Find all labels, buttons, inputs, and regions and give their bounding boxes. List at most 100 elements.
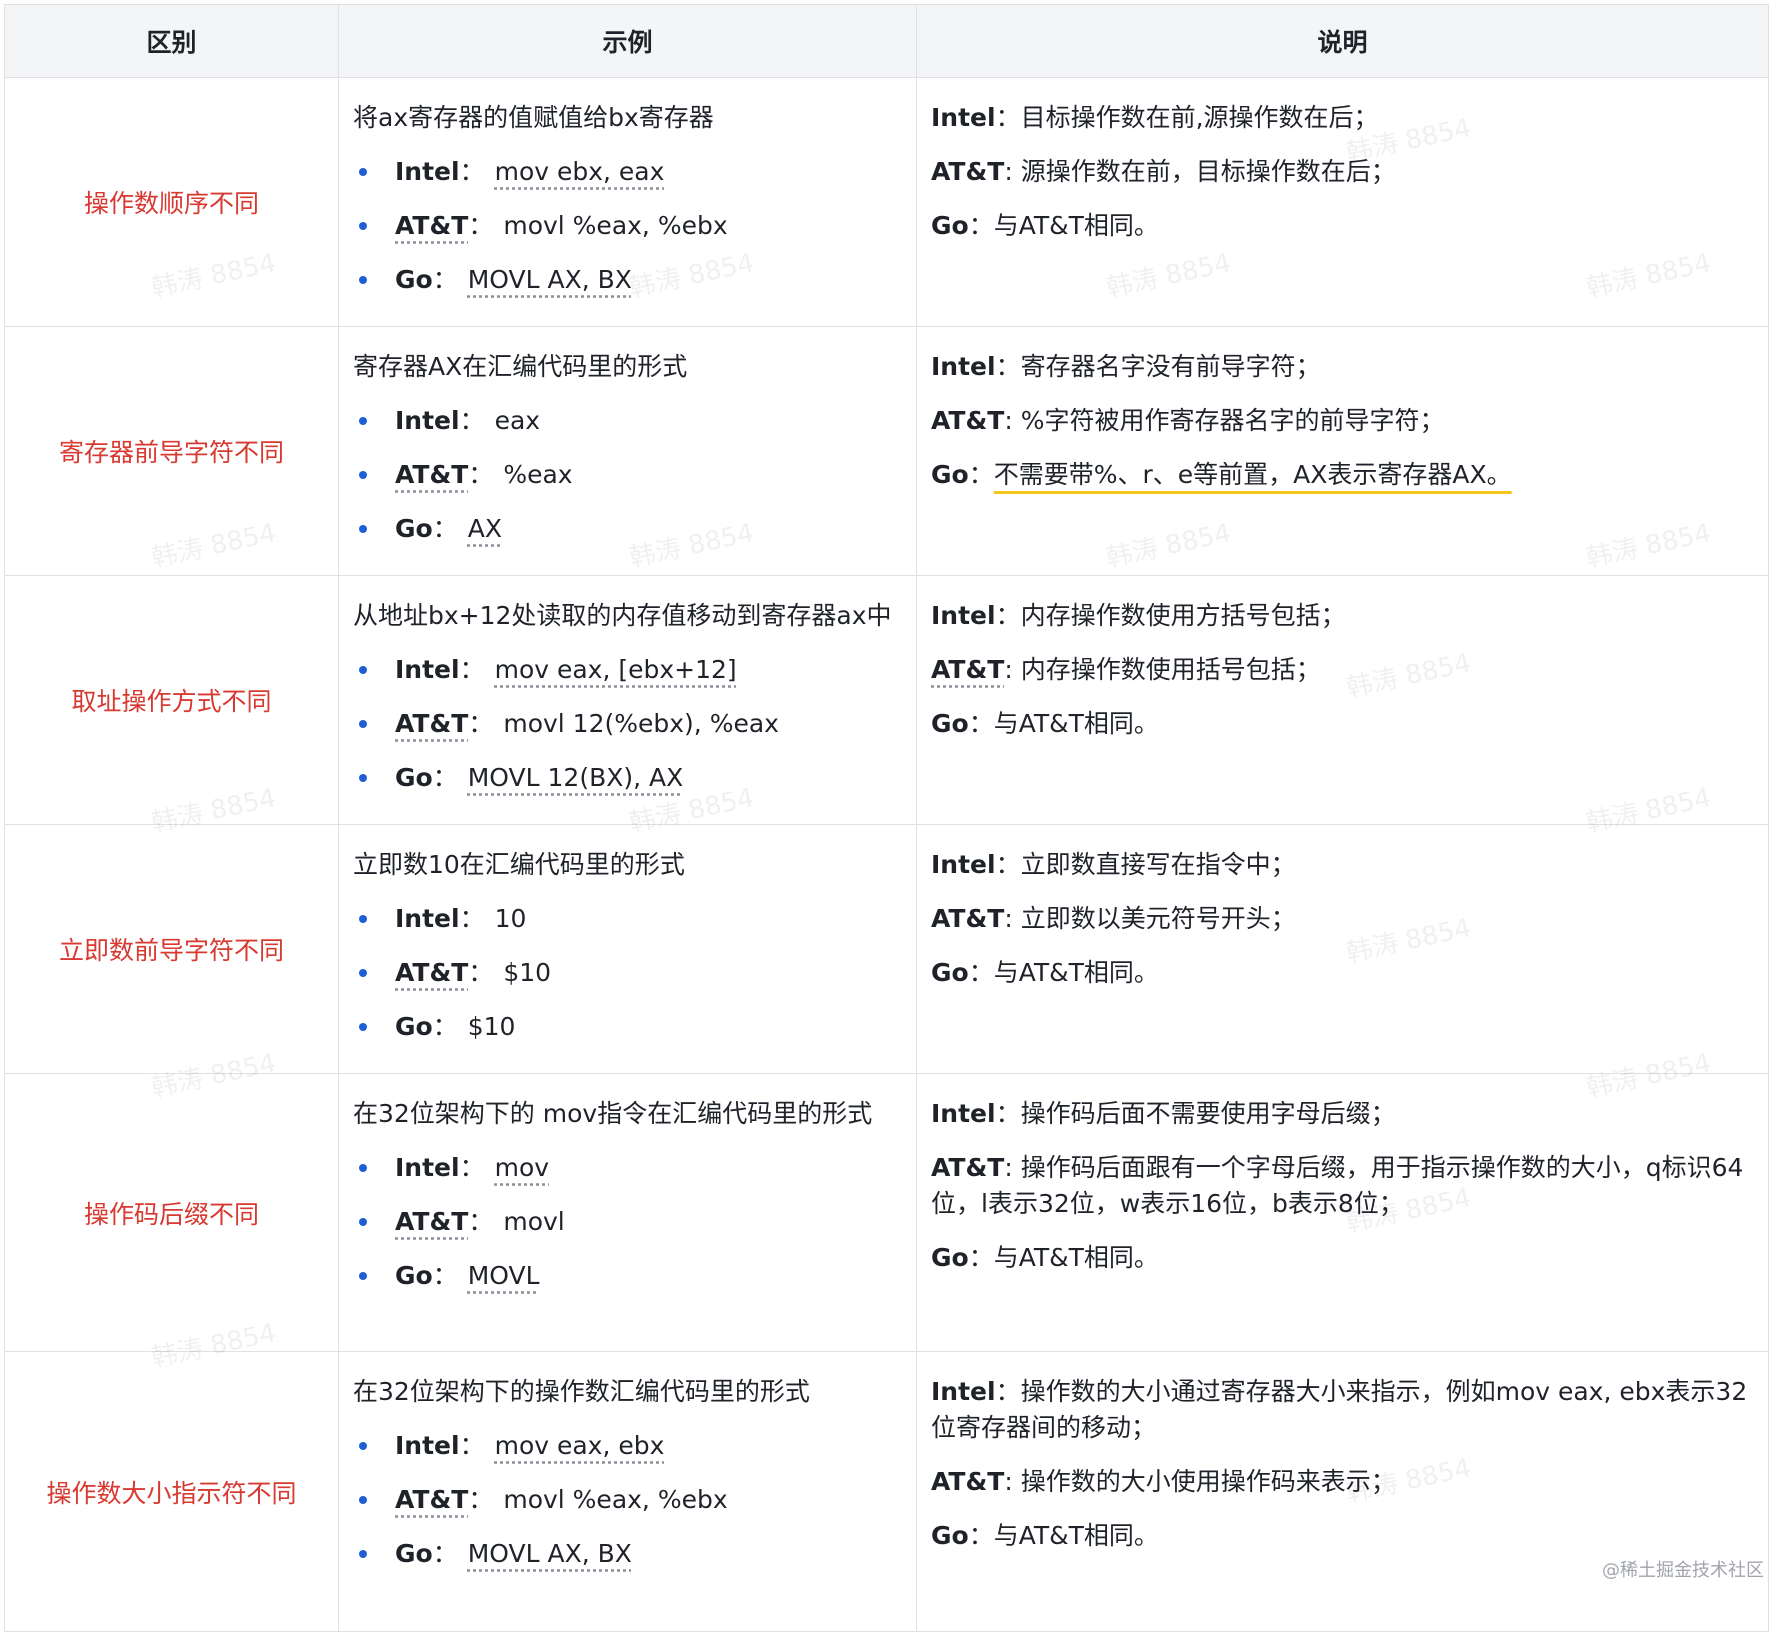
separator: : (1004, 157, 1021, 186)
description-text: 目标操作数在前,源操作数在后； (1020, 103, 1379, 132)
example-list: Intel： 10 AT&T： $10 Go： $10 (353, 901, 902, 1045)
separator: ： (459, 157, 485, 186)
syntax-key: Intel (931, 1099, 996, 1128)
difference-cell: 寄存器前导字符不同 (4, 326, 339, 576)
list-item: AT&T： movl 12(%ebx), %eax (353, 706, 902, 742)
description-text: 与AT&T相同。 (993, 1243, 1159, 1272)
description-line: AT&T: 立即数以美元符号开头； (931, 901, 1754, 937)
separator: ： (432, 1261, 458, 1290)
example-list: Intel： mov eax, [ebx+12] AT&T： movl 12(%eb… (353, 652, 902, 796)
separator: ： (995, 1099, 1021, 1128)
code-value: mov eax, [ebx+12] (494, 655, 737, 684)
syntax-key: AT&T (395, 709, 469, 738)
list-item: Go： MOVL 12(BX), AX (353, 760, 902, 796)
source-credit: @稀土掘金技术社区 (1602, 1560, 1764, 1581)
separator: ： (995, 352, 1021, 381)
code-value: AX (467, 514, 502, 543)
list-item: Intel： eax (353, 403, 902, 439)
separator: ： (432, 265, 458, 294)
separator: ： (432, 1012, 458, 1041)
separator: ： (968, 958, 994, 987)
separator: : (1004, 655, 1021, 684)
separator: ： (459, 904, 485, 933)
header-example: 示例 (338, 4, 917, 78)
assembly-syntax-comparison-table: 区别 示例 说明 操作数顺序不同 将ax寄存器的值赋值给bx寄存器 Intel：… (4, 4, 1769, 1632)
syntax-key: Intel (931, 1377, 996, 1406)
separator: : (1004, 904, 1021, 933)
bullet-icon (359, 1164, 367, 1172)
description-text: 寄存器名字没有前导字符； (1020, 352, 1321, 381)
example-list: Intel： mov eax, ebx AT&T： movl %eax, %ebx … (353, 1428, 902, 1572)
syntax-key: AT&T (395, 460, 469, 489)
code-value: mov ebx, eax (494, 157, 665, 186)
code-value: MOVL AX, BX (467, 265, 632, 294)
syntax-key: AT&T (395, 1485, 469, 1514)
code-value: mov (494, 1153, 550, 1182)
syntax-key: AT&T (395, 958, 469, 987)
bullet-icon (359, 720, 367, 728)
example-title: 立即数10在汇编代码里的形式 (353, 850, 685, 879)
description-cell: Intel：操作数的大小通过寄存器大小来指示，例如mov eax, ebx表示3… (916, 1351, 1769, 1632)
description-line: Intel：目标操作数在前,源操作数在后； (931, 100, 1754, 136)
description-cell: Intel：目标操作数在前,源操作数在后； AT&T: 源操作数在前，目标操作数… (916, 77, 1769, 327)
description-line: Intel：操作码后面不需要使用字母后缀； (931, 1096, 1754, 1132)
list-item: AT&T： movl (353, 1204, 902, 1240)
separator: ： (995, 850, 1021, 879)
bullet-icon (359, 1023, 367, 1031)
syntax-key: Intel (395, 1153, 460, 1182)
difference-cell: 取址操作方式不同 (4, 575, 339, 825)
syntax-key: AT&T (931, 1467, 1005, 1496)
separator: ： (432, 763, 458, 792)
code-value: MOVL (467, 1261, 540, 1290)
bullet-icon (359, 276, 367, 284)
bullet-icon (359, 168, 367, 176)
list-item: Go： MOVL AX, BX (353, 262, 902, 298)
code-value: %eax (503, 460, 573, 489)
separator: ： (968, 460, 994, 489)
separator: ： (995, 103, 1021, 132)
syntax-key: Go (395, 514, 433, 543)
code-value: MOVL 12(BX), AX (467, 763, 684, 792)
syntax-key: Go (931, 1521, 969, 1550)
separator: ： (968, 709, 994, 738)
description-line: Intel：操作数的大小通过寄存器大小来指示，例如mov eax, ebx表示3… (931, 1374, 1754, 1446)
description-text: %字符被用作寄存器名字的前导字符； (1020, 406, 1445, 435)
comparison-table-wrapper: 区别 示例 说明 操作数顺序不同 将ax寄存器的值赋值给bx寄存器 Intel：… (4, 4, 1769, 1632)
syntax-key: Go (395, 1261, 433, 1290)
example-title: 在32位架构下的操作数汇编代码里的形式 (353, 1377, 810, 1406)
syntax-key: Intel (931, 352, 996, 381)
description-text: 内存操作数使用方括号包括； (1020, 601, 1346, 630)
syntax-key: Intel (395, 1431, 460, 1460)
list-item: Intel： 10 (353, 901, 902, 937)
syntax-key: Go (931, 958, 969, 987)
description-line: Go：与AT&T相同。 (931, 955, 1754, 991)
separator: : (1004, 1467, 1021, 1496)
bullet-icon (359, 969, 367, 977)
description-line: Intel：内存操作数使用方括号包括； (931, 598, 1754, 634)
header-row: 区别 示例 说明 (4, 4, 1769, 78)
separator: ： (995, 1377, 1021, 1406)
difference-cell: 操作数大小指示符不同 (4, 1351, 339, 1632)
code-value: movl (503, 1207, 565, 1236)
list-item: AT&T： movl %eax, %ebx (353, 1482, 902, 1518)
list-item: AT&T： movl %eax, %ebx (353, 208, 902, 244)
separator: ： (459, 655, 485, 684)
separator: ： (968, 1521, 994, 1550)
list-item: Intel： mov ebx, eax (353, 154, 902, 190)
bullet-icon (359, 417, 367, 425)
list-item: Go： $10 (353, 1009, 902, 1045)
description-text: 不需要带%、r、e等前置，AX表示寄存器AX。 (993, 460, 1512, 489)
list-item: Intel： mov eax, ebx (353, 1428, 902, 1464)
description-text: 源操作数在前，目标操作数在后； (1020, 157, 1396, 186)
code-value: $10 (467, 1012, 516, 1041)
example-title: 寄存器AX在汇编代码里的形式 (353, 352, 688, 381)
bullet-icon (359, 1442, 367, 1450)
syntax-key: Intel (931, 850, 996, 879)
example-cell: 在32位架构下的 mov指令在汇编代码里的形式 Intel： mov AT&T： m… (338, 1073, 917, 1352)
bullet-icon (359, 1272, 367, 1280)
syntax-key: Go (931, 1243, 969, 1272)
code-value: 10 (494, 904, 527, 933)
description-line: AT&T: 源操作数在前，目标操作数在后； (931, 154, 1754, 190)
example-list: Intel： mov ebx, eax AT&T： movl %eax, %ebx … (353, 154, 902, 298)
syntax-key: Intel (395, 406, 460, 435)
